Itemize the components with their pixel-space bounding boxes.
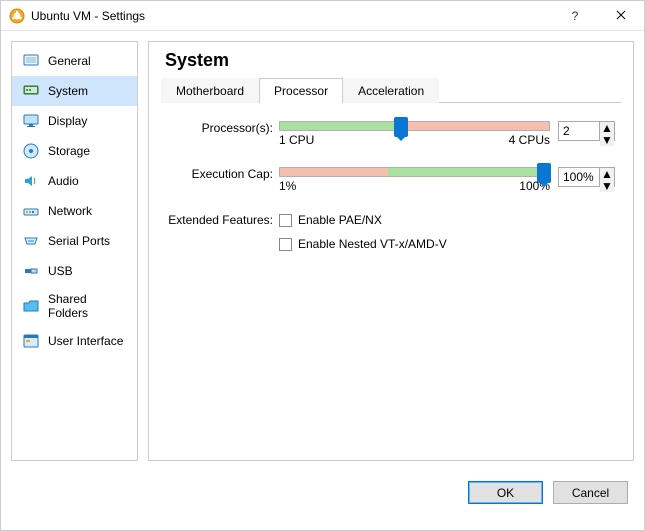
storage-icon [22,142,40,160]
extended-features-label: Extended Features: [167,213,279,227]
shared-folders-icon [22,297,40,315]
spinbox-down-button[interactable]: ▼ [600,180,614,192]
sidebar-item-storage[interactable]: Storage [12,136,137,166]
processor-count-label: Processor(s): [167,121,279,135]
enable-nested-vt-checkbox[interactable] [279,238,292,251]
processor-count-input[interactable] [559,122,599,140]
execution-cap-input[interactable] [559,168,599,186]
processor-count-slider[interactable] [279,121,550,131]
sidebar-item-label: System [48,84,88,98]
sidebar-item-label: Serial Ports [48,234,110,248]
sidebar-item-user-interface[interactable]: User Interface [12,326,137,356]
sidebar-item-display[interactable]: Display [12,106,137,136]
execution-cap-spinbox[interactable]: ▲ ▼ [558,167,615,187]
title-bar: Ubuntu VM - Settings ? [1,1,644,31]
slider-knob-icon [537,163,551,183]
tab-acceleration[interactable]: Acceleration [343,78,439,103]
execution-cap-label: Execution Cap: [167,167,279,181]
app-icon [9,8,25,24]
dialog-footer: OK Cancel [1,471,644,514]
sidebar-item-label: Shared Folders [48,292,127,320]
execcap-min-label: 1% [279,179,296,193]
panel-title: System [165,50,621,71]
window-title: Ubuntu VM - Settings [31,9,552,23]
processor-tab-content: Processor(s): 1 CPU 4 CPUs [161,103,621,263]
usb-icon [22,262,40,280]
sidebar-item-label: Storage [48,144,90,158]
processor-count-spinbox[interactable]: ▲ ▼ [558,121,615,141]
enable-pae-nx-label: Enable PAE/NX [298,213,382,227]
sidebar-item-system[interactable]: System [12,76,137,106]
ok-button[interactable]: OK [468,481,543,504]
spinbox-down-button[interactable]: ▼ [600,134,614,146]
sidebar-item-label: Display [48,114,87,128]
sidebar-item-label: User Interface [48,334,123,348]
network-icon [22,202,40,220]
enable-nested-vt-label: Enable Nested VT-x/AMD-V [298,237,447,251]
processor-min-label: 1 CPU [279,133,314,147]
tab-strip: Motherboard Processor Acceleration [161,77,621,103]
sidebar-item-label: Audio [48,174,79,188]
processor-max-label: 4 CPUs [509,133,550,147]
sidebar-item-label: Network [48,204,92,218]
sidebar-item-network[interactable]: Network [12,196,137,226]
user-interface-icon [22,332,40,350]
general-icon [22,52,40,70]
sidebar-item-shared-folders[interactable]: Shared Folders [12,286,137,326]
execution-cap-slider[interactable] [279,167,550,177]
serial-ports-icon [22,232,40,250]
display-icon [22,112,40,130]
sidebar-item-usb[interactable]: USB [12,256,137,286]
sidebar-item-general[interactable]: General [12,46,137,76]
cancel-button[interactable]: Cancel [553,481,628,504]
help-icon: ? [572,9,579,23]
sidebar-item-label: General [48,54,91,68]
system-icon [22,82,40,100]
sidebar-item-label: USB [48,264,73,278]
chevron-down-icon: ▼ [601,180,613,192]
tab-motherboard[interactable]: Motherboard [161,78,259,103]
titlebar-close-button[interactable] [598,1,644,31]
tab-processor[interactable]: Processor [259,78,343,103]
settings-panel: System Motherboard Processor Acceleratio… [148,41,634,461]
sidebar-item-audio[interactable]: Audio [12,166,137,196]
sidebar-item-serial-ports[interactable]: Serial Ports [12,226,137,256]
chevron-down-icon: ▼ [601,134,613,146]
settings-sidebar: General System Display Storage Audio Net… [11,41,138,461]
slider-knob-icon [394,117,408,137]
audio-icon [22,172,40,190]
titlebar-help-button[interactable]: ? [552,1,598,31]
enable-pae-nx-checkbox[interactable] [279,214,292,227]
close-icon [616,9,626,23]
